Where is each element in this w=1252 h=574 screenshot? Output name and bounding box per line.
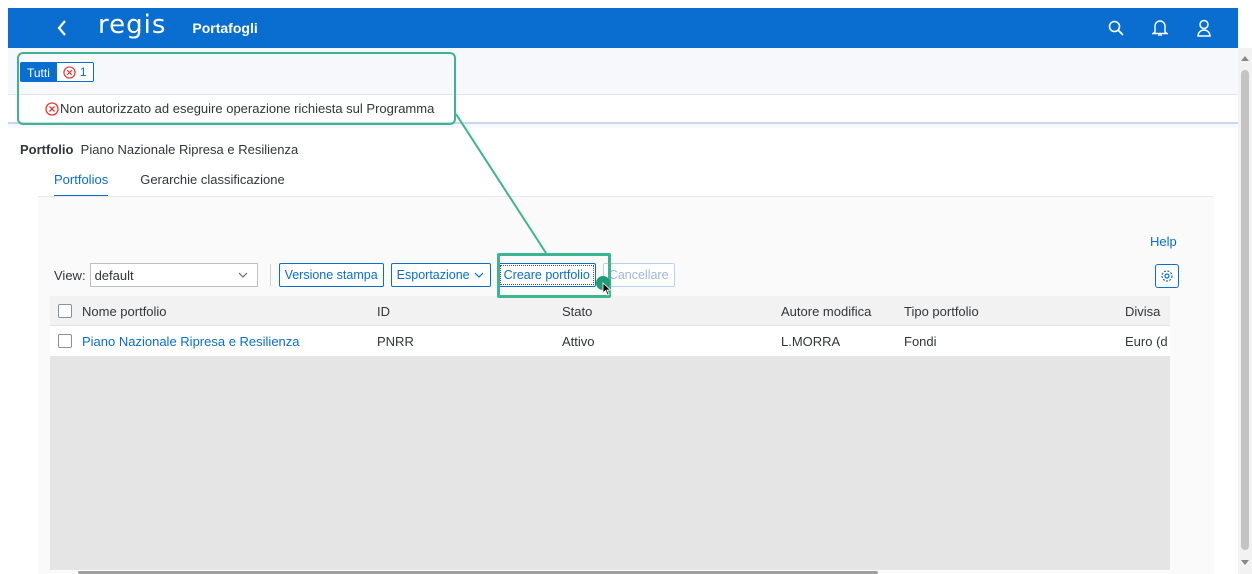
search-button[interactable] [1102,14,1130,42]
bell-icon [1152,20,1168,36]
gear-icon [1161,270,1173,282]
column-header-currency[interactable]: Divisa [1125,304,1160,319]
portfolio-type: Fondi [904,334,937,349]
view-label: View: [54,267,86,283]
tab-bar: Portfolios Gerarchie classificazione [54,172,285,197]
scroll-down-icon[interactable] [1241,560,1249,565]
portfolio-currency: Euro (d [1125,334,1168,349]
toolbar-separator [269,264,271,286]
portfolio-id: PNRR [377,334,414,349]
portfolio-status: Attivo [562,334,595,349]
column-header-status[interactable]: Stato [562,304,592,319]
table-row[interactable]: Piano Nazionale Ripresa e Resilienza PNR… [50,326,1170,356]
column-header-author[interactable]: Autore modifica [781,304,871,319]
portfolio-table: Nome portfolio ID Stato Autore modifica … [50,296,1170,356]
portfolio-name-link[interactable]: Piano Nazionale Ripresa e Resilienza [82,334,300,349]
app-frame: regis Portafogli Tutti 1 Non autorizzato… [0,0,1252,574]
help-link[interactable]: Help [1150,234,1177,249]
export-button[interactable]: Esportazione [390,263,491,287]
export-label: Esportazione [396,268,470,282]
chevron-down-icon [474,272,484,278]
chevron-left-icon [57,20,66,36]
search-icon [1108,20,1124,36]
select-all-checkbox[interactable] [58,304,72,318]
print-version-button[interactable]: Versione stampa [278,263,384,287]
table-settings-button[interactable] [1155,264,1179,288]
object-title: Portfolio Piano Nazionale Ripresa e Resi… [20,142,298,157]
delete-button[interactable]: Cancellare [602,263,675,287]
user-profile-button[interactable] [1190,14,1218,42]
column-header-type[interactable]: Tipo portfolio [904,304,979,319]
regis-logo[interactable]: regis [98,12,166,44]
vertical-scrollbar-thumb[interactable] [1241,70,1249,550]
portfolio-author: L.MORRA [781,334,841,349]
object-value: Piano Nazionale Ripresa e Resilienza [80,142,299,157]
chevron-down-icon [238,272,247,278]
button-highlight-box [497,253,611,298]
back-button[interactable] [48,14,76,42]
shell-header: regis Portafogli [8,8,1238,48]
notifications-button[interactable] [1146,14,1174,42]
scroll-up-icon[interactable] [1241,56,1249,61]
row-checkbox[interactable] [58,334,72,348]
tab-gerarchie-classificazione[interactable]: Gerarchie classificazione [140,172,285,197]
user-icon [1197,19,1211,37]
mouse-pointer-icon [602,282,612,296]
column-header-name[interactable]: Nome portfolio [82,304,167,319]
view-select[interactable]: default [89,263,258,287]
tab-portfolios[interactable]: Portfolios [54,172,109,197]
view-value: default [94,267,134,283]
table-empty-area [50,356,1170,570]
message-highlight-box [17,52,456,125]
object-label: Portfolio [20,142,74,157]
app-title: Portafogli [192,20,258,36]
column-header-id[interactable]: ID [377,304,390,319]
table-header: Nome portfolio ID Stato Autore modifica … [50,296,1170,326]
